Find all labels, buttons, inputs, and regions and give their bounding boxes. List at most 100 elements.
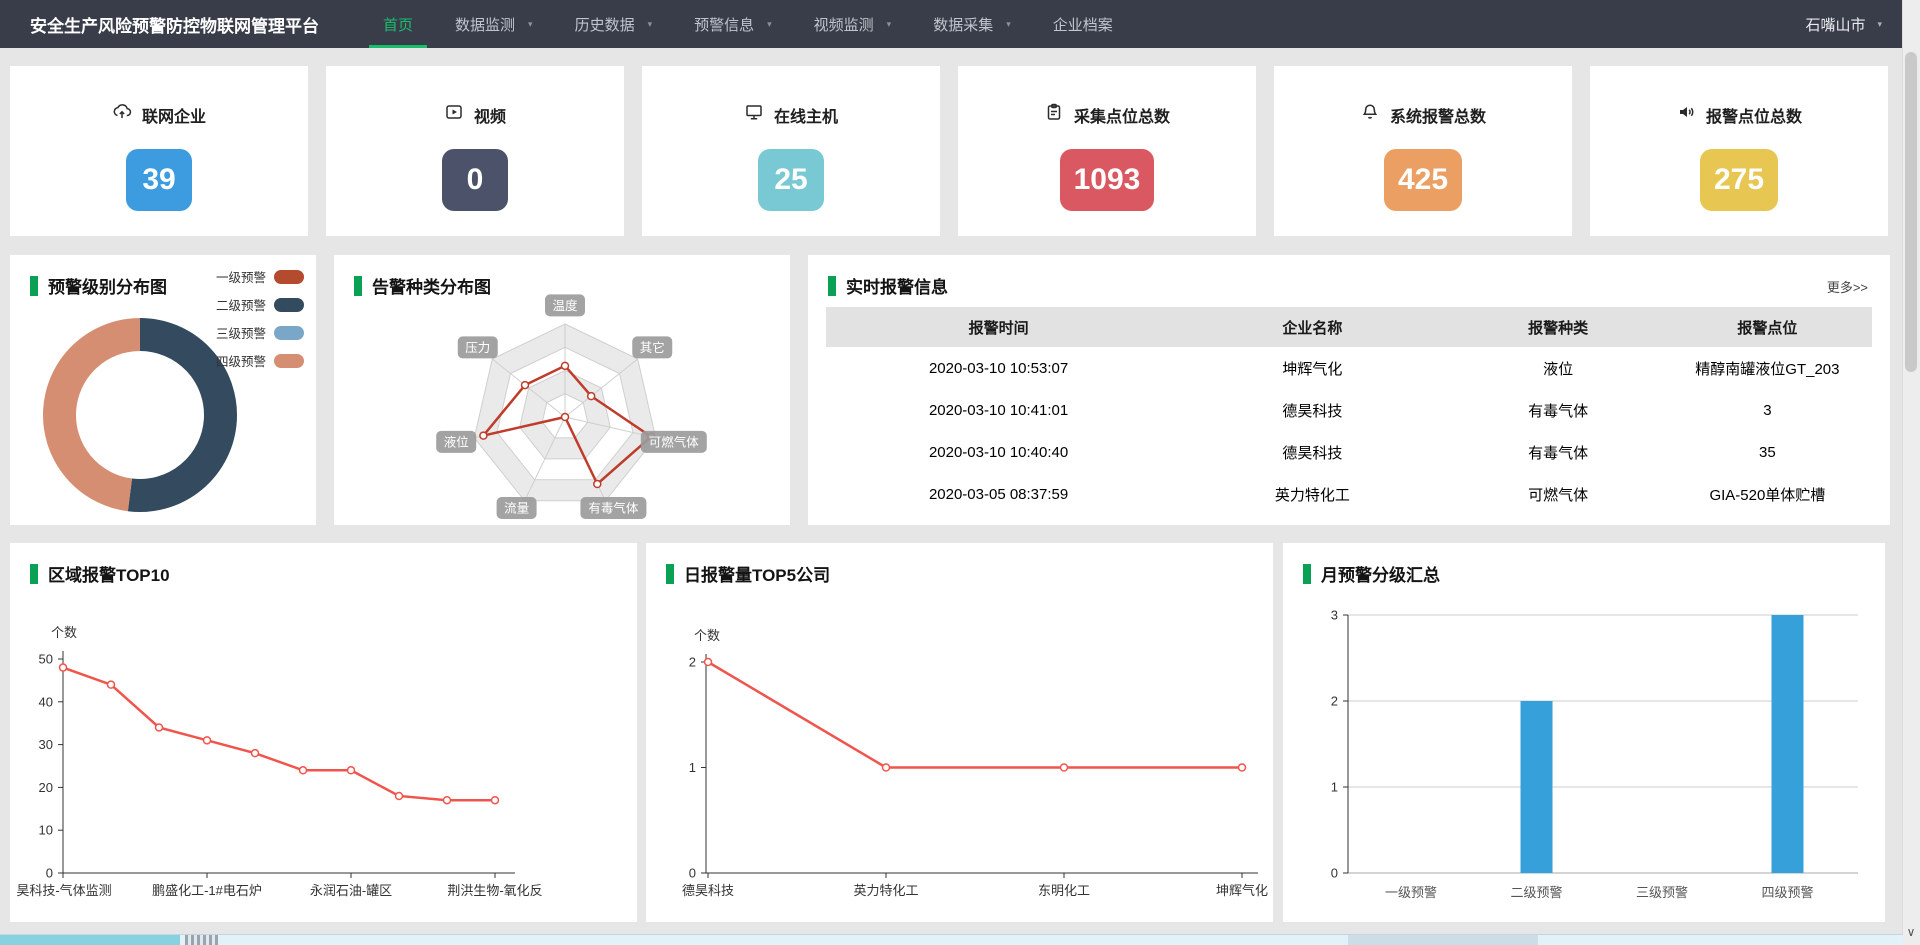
video-icon xyxy=(444,102,464,127)
region-selector[interactable]: 石嘴山市 ▾ xyxy=(1805,14,1882,35)
app-title: 安全生产风险预警防控物联网管理平台 xyxy=(30,12,319,37)
chevron-down-icon: ▾ xyxy=(528,19,533,30)
region-top10-panel: 区域报警TOP10 01020304050个数昊科技-气体监测鹏盛化工-1#电石… xyxy=(10,543,637,922)
cloud-upload-icon xyxy=(112,102,132,127)
svg-text:20: 20 xyxy=(39,780,53,795)
legend-item-level2[interactable]: 二级预警 xyxy=(216,295,304,314)
stat-card-collection-points: 采集点位总数 1093 xyxy=(958,66,1256,236)
green-bar-icon xyxy=(666,564,674,584)
svg-text:0: 0 xyxy=(46,866,53,881)
svg-text:有毒气体: 有毒气体 xyxy=(588,501,639,516)
nav-item-home[interactable]: 首页 xyxy=(383,0,413,48)
svg-text:液位: 液位 xyxy=(444,434,469,449)
region-top10-line-chart: 01020304050个数昊科技-气体监测鹏盛化工-1#电石炉永润石油-罐区荆洪… xyxy=(10,543,637,922)
nav-item-data-collection[interactable]: 数据采集 ▾ xyxy=(933,0,1011,48)
svg-text:50: 50 xyxy=(39,652,53,667)
stat-value-badge: 25 xyxy=(758,149,824,211)
svg-text:鹏盛化工-1#电石炉: 鹏盛化工-1#电石炉 xyxy=(152,883,262,898)
legend-item-level3[interactable]: 三级预警 xyxy=(216,323,304,342)
stat-title: 视频 xyxy=(474,103,506,127)
svg-text:30: 30 xyxy=(39,737,53,752)
svg-text:荆洪生物-氧化反: 荆洪生物-氧化反 xyxy=(447,883,542,898)
table-row[interactable]: 2020-03-10 10:40:40 德昊科技 有毒气体 35 xyxy=(826,431,1872,473)
svg-text:3: 3 xyxy=(1331,608,1338,623)
stat-title: 采集点位总数 xyxy=(1074,103,1170,127)
stat-value-badge: 1093 xyxy=(1060,149,1155,211)
legend-item-level1[interactable]: 一级预警 xyxy=(216,267,304,286)
nav-item-video-monitoring[interactable]: 视频监测 ▾ xyxy=(814,0,892,48)
col-company: 企业名称 xyxy=(1171,307,1453,347)
background-window-block xyxy=(1348,935,1538,945)
background-window-block xyxy=(0,935,180,945)
chevron-down-icon: ▾ xyxy=(887,19,892,30)
stat-value-badge: 39 xyxy=(126,149,192,211)
scrollbar-thumb[interactable] xyxy=(1905,52,1917,372)
stat-card-alarm-points: 报警点位总数 275 xyxy=(1590,66,1888,236)
legend-swatch xyxy=(274,326,304,340)
col-alarm-type: 报警种类 xyxy=(1454,307,1663,347)
chevron-down-icon: ▾ xyxy=(767,19,772,30)
svg-text:一级预警: 一级预警 xyxy=(1385,885,1437,900)
panel-title: 日报警量TOP5公司 xyxy=(666,561,830,586)
green-bar-icon xyxy=(828,276,836,296)
dashboard-page: 安全生产风险预警防控物联网管理平台 首页 数据监测 ▾ 历史数据 ▾ 预警信息 … xyxy=(0,0,1920,945)
vertical-scrollbar[interactable]: ∨ xyxy=(1902,0,1920,945)
panel-title: 实时报警信息 xyxy=(828,273,948,298)
table-header-row: 报警时间 企业名称 报警种类 报警点位 xyxy=(826,307,1872,347)
speaker-icon xyxy=(1676,102,1696,127)
svg-text:东明化工: 东明化工 xyxy=(1038,883,1090,898)
svg-text:10: 10 xyxy=(39,823,53,838)
more-link[interactable]: 更多>> xyxy=(1827,277,1868,296)
top-nav: 安全生产风险预警防控物联网管理平台 首页 数据监测 ▾ 历史数据 ▾ 预警信息 … xyxy=(0,0,1920,48)
bell-icon xyxy=(1360,102,1380,127)
chevron-down-icon: ▾ xyxy=(1006,19,1011,30)
svg-text:流量: 流量 xyxy=(504,502,529,516)
stat-card-row: 联网企业 39 视频 0 xyxy=(10,66,1888,236)
stat-card-videos: 视频 0 xyxy=(326,66,624,236)
svg-text:温度: 温度 xyxy=(552,298,578,313)
panel-title: 告警种类分布图 xyxy=(354,273,491,298)
green-bar-icon xyxy=(1303,564,1311,584)
realtime-alarm-table: 报警时间 企业名称 报警种类 报警点位 2020-03-10 10:53:07 … xyxy=(826,307,1872,515)
table-row[interactable]: 2020-03-10 10:53:07 坤辉气化 液位 精醇南罐液位GT_203 xyxy=(826,347,1872,389)
clipboard-icon xyxy=(1044,102,1064,127)
legend-swatch xyxy=(274,354,304,368)
monthly-warning-bar-chart: 0123一级预警二级预警三级预警四级预警 xyxy=(1283,543,1885,922)
nav-item-data-monitoring[interactable]: 数据监测 ▾ xyxy=(455,0,533,48)
background-window-strip xyxy=(0,934,1903,945)
panel-title: 区域报警TOP10 xyxy=(30,561,170,586)
svg-text:1: 1 xyxy=(1331,780,1338,795)
svg-text:德昊科技: 德昊科技 xyxy=(682,883,734,898)
stat-title: 在线主机 xyxy=(774,103,838,127)
table-row[interactable]: 2020-03-05 08:37:59 英力特化工 可燃气体 GIA-520单体… xyxy=(826,473,1872,515)
nav-item-history-data[interactable]: 历史数据 ▾ xyxy=(575,0,653,48)
stat-value-badge: 275 xyxy=(1700,149,1778,211)
monitor-icon xyxy=(744,102,764,127)
daily-top5-line-chart: 012个数德昊科技英力特化工东明化工坤辉气化 xyxy=(646,543,1273,922)
background-window-block xyxy=(185,935,218,945)
svg-text:40: 40 xyxy=(39,694,53,709)
panel-title: 预警级别分布图 xyxy=(30,273,167,298)
green-bar-icon xyxy=(30,564,38,584)
svg-text:可燃气体: 可燃气体 xyxy=(649,434,700,449)
svg-text:其它: 其它 xyxy=(640,340,665,355)
legend-item-level4[interactable]: 四级预警 xyxy=(216,351,304,370)
svg-text:三级预警: 三级预警 xyxy=(1636,885,1688,900)
alarm-type-panel: 告警种类分布图 温度其它可燃气体有毒气体 流量 液位 压力 xyxy=(334,255,790,525)
main-menu: 首页 数据监测 ▾ 历史数据 ▾ 预警信息 ▾ 视频监测 ▾ 数据采集 ▾ xyxy=(383,0,1113,48)
legend-swatch xyxy=(274,298,304,312)
svg-text:个数: 个数 xyxy=(51,625,77,640)
panel-title: 月预警分级汇总 xyxy=(1303,561,1440,586)
stat-title: 系统报警总数 xyxy=(1390,103,1486,127)
nav-item-warning-info[interactable]: 预警信息 ▾ xyxy=(694,0,772,48)
svg-text:坤辉气化: 坤辉气化 xyxy=(1216,883,1268,898)
svg-text:压力: 压力 xyxy=(465,341,490,355)
green-bar-icon xyxy=(30,276,38,296)
scroll-down-icon[interactable]: ∨ xyxy=(1905,925,1917,939)
svg-text:英力特化工: 英力特化工 xyxy=(853,883,918,898)
svg-text:四级预警: 四级预警 xyxy=(1761,885,1813,900)
table-row[interactable]: 2020-03-10 10:41:01 德昊科技 有毒气体 3 xyxy=(826,389,1872,431)
donut-legend: 一级预警 二级预警 三级预警 四级预警 xyxy=(216,267,304,379)
nav-item-enterprise-archive[interactable]: 企业档案 xyxy=(1053,0,1113,48)
stat-value-badge: 0 xyxy=(442,149,508,211)
